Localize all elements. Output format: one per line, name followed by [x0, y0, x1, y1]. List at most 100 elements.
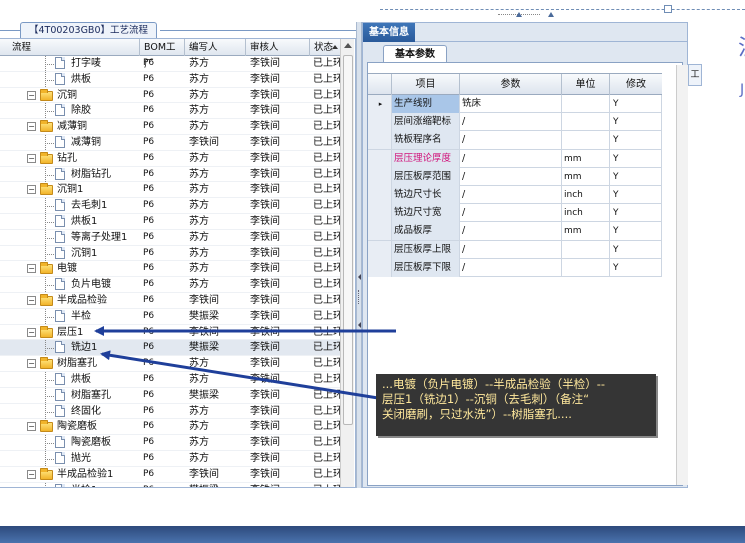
param-row[interactable]: 成品板厚 / mm Y: [368, 222, 662, 241]
tree-node[interactable]: 等离子处理1: [0, 229, 140, 245]
scroll-up-icon[interactable]: [344, 43, 352, 48]
param-unit-cell[interactable]: [562, 95, 610, 113]
param-unit-cell[interactable]: [562, 131, 610, 150]
param-value-cell[interactable]: /: [460, 204, 562, 223]
row-indicator[interactable]: [368, 167, 392, 186]
col-header-writer[interactable]: 编写人: [185, 39, 246, 56]
param-value-cell[interactable]: /: [460, 167, 562, 186]
tree-node[interactable]: 烘板1: [0, 213, 140, 229]
vertical-scrollbar[interactable]: [340, 39, 354, 487]
tree-row[interactable]: 陶瓷磨板 P6 苏方 李铁间 已上环: [0, 435, 340, 451]
tree-node[interactable]: 铣边1: [0, 340, 140, 356]
collapse-icon[interactable]: −: [27, 122, 36, 132]
param-unit-cell[interactable]: mm: [562, 149, 610, 168]
param-row[interactable]: ▸ 生产线别 铣床 Y: [368, 95, 662, 114]
tree-row[interactable]: − 减薄铜 P6 苏方 李铁间 已上环: [0, 119, 340, 135]
tree-node[interactable]: − 沉铜: [0, 88, 140, 103]
param-row[interactable]: 层压板厚范围 / mm Y: [368, 167, 662, 186]
tree-node[interactable]: 抛光: [0, 450, 140, 466]
param-row[interactable]: 铣边尺寸长 / inch Y: [368, 185, 662, 205]
tree-node[interactable]: − 减薄铜: [0, 119, 140, 134]
col-header-flow[interactable]: 流程: [0, 39, 140, 56]
tree-row[interactable]: − 沉铜 P6 苏方 李铁间 已上环: [0, 88, 340, 104]
tree-row[interactable]: − 树脂塞孔 P6 苏方 李铁间 已上环: [0, 356, 340, 372]
col-header-bom[interactable]: BOM工厂: [140, 39, 185, 70]
tree-row[interactable]: − 钻孔 P6 苏方 李铁间 已上环: [0, 151, 340, 167]
param-unit-cell[interactable]: mm: [562, 222, 610, 241]
param-edit-cell[interactable]: Y: [610, 185, 662, 204]
col-header-item[interactable]: 项目: [392, 74, 460, 96]
tree-row[interactable]: − 电镀 P6 苏方 李铁间 已上环: [0, 261, 340, 278]
scroll-thumb[interactable]: [343, 55, 353, 425]
param-row[interactable]: 层压理论厚度 / mm Y: [368, 149, 662, 168]
param-edit-cell[interactable]: Y: [610, 258, 662, 277]
collapse-icon[interactable]: −: [27, 469, 36, 479]
vertical-scrollbar[interactable]: [676, 65, 688, 485]
tree-row[interactable]: 负片电镀 P6 苏方 李铁间 已上环: [0, 277, 340, 293]
tree-row[interactable]: 铣边1 P6 樊振梁 李铁间 已上环: [0, 340, 340, 357]
tree-row[interactable]: 去毛刺1 P6 苏方 李铁间 已上环: [0, 198, 340, 214]
tree-node[interactable]: − 层压1: [0, 325, 140, 340]
tree-row[interactable]: − 层压1 P6 李铁间 李铁间 已上环: [0, 325, 340, 341]
param-value-cell[interactable]: /: [460, 149, 562, 168]
col-header-value[interactable]: 参数: [460, 74, 562, 96]
param-row[interactable]: 层间涨缩靶标 / Y: [368, 113, 662, 132]
param-edit-cell[interactable]: Y: [610, 240, 662, 259]
param-edit-cell[interactable]: Y: [610, 113, 662, 132]
collapse-left-icon[interactable]: [358, 322, 361, 328]
tree-node[interactable]: − 半成品检验: [0, 293, 140, 308]
tree-node[interactable]: 树脂塞孔: [0, 387, 140, 403]
param-edit-cell[interactable]: Y: [610, 222, 662, 241]
sort-asc-icon[interactable]: [332, 45, 338, 49]
tree-row[interactable]: 树脂塞孔 P6 樊振梁 李铁间 已上环: [0, 387, 340, 404]
param-row[interactable]: 层压板厚下限 / Y: [368, 258, 662, 277]
tree-node[interactable]: 终固化: [0, 403, 140, 419]
tab-basic-params[interactable]: 基本参数: [383, 45, 447, 62]
row-indicator[interactable]: [368, 204, 392, 223]
tab-basic-info[interactable]: 基本信息: [363, 23, 415, 42]
col-header-status[interactable]: 状态: [310, 39, 340, 56]
tree-node[interactable]: − 钻孔: [0, 151, 140, 166]
row-indicator[interactable]: [368, 131, 392, 150]
tree-row[interactable]: 烘板 P6 苏方 李铁间 已上环: [0, 71, 340, 88]
col-header-unit[interactable]: 单位: [562, 74, 610, 96]
param-value-cell[interactable]: /: [460, 258, 562, 277]
row-indicator[interactable]: [368, 185, 392, 204]
collapse-icon[interactable]: −: [27, 264, 36, 274]
param-value-cell[interactable]: /: [460, 240, 562, 259]
param-unit-cell[interactable]: inch: [562, 185, 610, 204]
param-edit-cell[interactable]: Y: [610, 167, 662, 186]
tree-node[interactable]: 半检1: [0, 482, 140, 487]
tree-row[interactable]: − 陶瓷磨板 P6 苏方 李铁间 已上环: [0, 419, 340, 436]
row-indicator[interactable]: [368, 149, 392, 168]
tree-row[interactable]: 烘板1 P6 苏方 李铁间 已上环: [0, 213, 340, 230]
tree-row[interactable]: − 半成品检验1 P6 李铁间 李铁间 已上环: [0, 467, 340, 483]
tree-node[interactable]: 树脂钻孔: [0, 166, 140, 182]
tree-row[interactable]: 树脂钻孔 P6 苏方 李铁间 已上环: [0, 166, 340, 183]
tree-node[interactable]: 烘板: [0, 371, 140, 387]
tree-row[interactable]: − 半成品检验 P6 李铁间 李铁间 已上环: [0, 293, 340, 309]
param-value-cell[interactable]: /: [460, 113, 562, 132]
tree-node[interactable]: 沉铜1: [0, 245, 140, 261]
col-header-reviewer[interactable]: 审核人: [246, 39, 310, 56]
param-unit-cell[interactable]: [562, 240, 610, 259]
tree-row[interactable]: 半检1 P6 樊振梁李铁间已上环: [0, 482, 340, 487]
tree-row[interactable]: − 沉铜1 P6 苏方 李铁间 已上环: [0, 182, 340, 199]
row-indicator[interactable]: [368, 222, 392, 241]
collapse-icon[interactable]: −: [27, 153, 36, 163]
side-tab[interactable]: 工: [688, 64, 702, 86]
param-value-cell[interactable]: /: [460, 185, 562, 204]
row-indicator[interactable]: [368, 258, 392, 277]
param-edit-cell[interactable]: Y: [610, 149, 662, 168]
tree-row[interactable]: 烘板 P6 苏方 李铁间 已上环: [0, 371, 340, 388]
tree-node[interactable]: 负片电镀: [0, 277, 140, 293]
param-row[interactable]: 铣板程序名 / Y: [368, 131, 662, 150]
row-indicator[interactable]: [368, 113, 392, 132]
collapse-icon[interactable]: −: [27, 185, 36, 195]
tree-node[interactable]: 减薄铜: [0, 134, 140, 150]
param-edit-cell[interactable]: Y: [610, 131, 662, 150]
tree-node[interactable]: 打字唛: [0, 56, 140, 71]
tree-node[interactable]: 除胶: [0, 103, 140, 119]
param-unit-cell[interactable]: mm: [562, 167, 610, 186]
tree-node[interactable]: 去毛刺1: [0, 198, 140, 214]
